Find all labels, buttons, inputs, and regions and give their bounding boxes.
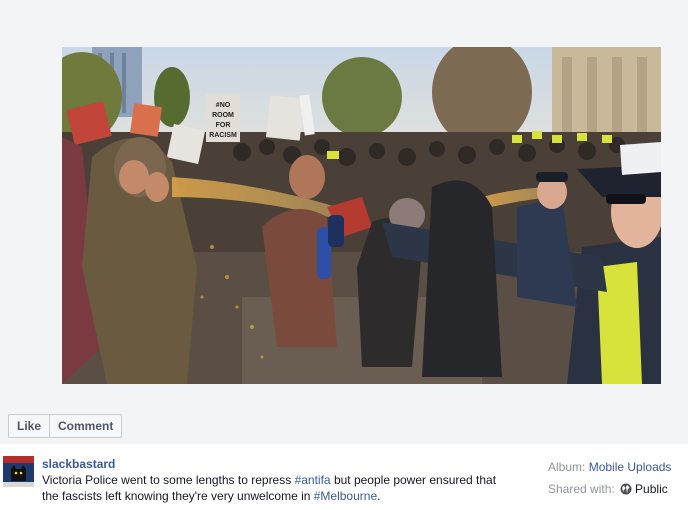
sign-line-4: RACISM (209, 132, 237, 139)
author-name-link[interactable]: slackbastard (42, 456, 512, 472)
post-actions: Like Comment (8, 414, 123, 438)
like-button[interactable]: Like (8, 414, 51, 438)
comment-button[interactable]: Comment (50, 414, 123, 438)
album-row: Album: Mobile Uploads (548, 456, 671, 478)
post-meta: Album: Mobile Uploads Shared with: Publi… (548, 456, 671, 500)
black-cat-icon (3, 456, 34, 487)
album-label: Album: (548, 460, 586, 474)
sign-line-2: ROOM (212, 112, 234, 119)
post-footer: slackbastard Victoria Police went to som… (0, 444, 688, 510)
privacy-row: Shared with: Public (548, 478, 671, 500)
avatar[interactable] (3, 456, 34, 487)
globe-icon (620, 483, 632, 495)
post-text-part-3: . (377, 489, 381, 503)
photo-viewer: #NO ROOM FOR RACISM (0, 0, 688, 444)
sign-line-3: FOR (216, 122, 231, 129)
sign-line-1: #NO (216, 102, 231, 109)
protest-photo[interactable]: #NO ROOM FOR RACISM (62, 47, 661, 384)
privacy-public-link[interactable]: Public (635, 482, 668, 496)
hashtag-melbourne-link[interactable]: #Melbourne (314, 489, 377, 503)
post-text-part-1: Victoria Police went to some lengths to … (42, 473, 295, 487)
album-link[interactable]: Mobile Uploads (589, 460, 672, 474)
protest-photo-illustration: #NO ROOM FOR RACISM (62, 47, 661, 384)
shared-with-label: Shared with: (548, 482, 615, 496)
post-body: slackbastard Victoria Police went to som… (42, 456, 512, 504)
hashtag-antifa-link[interactable]: #antifa (295, 473, 331, 487)
